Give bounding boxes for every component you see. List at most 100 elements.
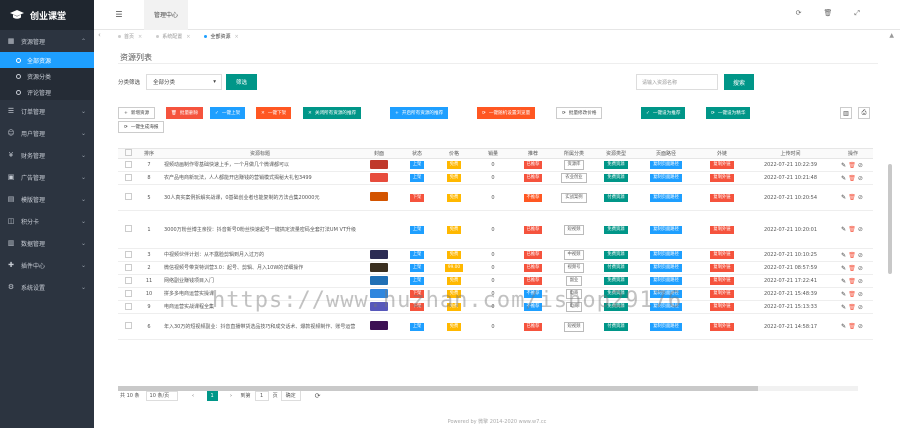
status-button[interactable]: 上架 <box>409 251 425 259</box>
sort-value[interactable]: 7 <box>138 158 160 172</box>
copy-path-button[interactable]: 复制页面路径 <box>650 251 682 259</box>
recommend-button[interactable]: 已推荐 <box>523 174 543 182</box>
page-button-current[interactable]: 1 <box>206 390 218 401</box>
copy-link-button[interactable]: 复制外链 <box>710 161 734 169</box>
sort-value[interactable]: 10 <box>138 287 160 301</box>
row-checkbox[interactable] <box>124 193 132 200</box>
copy-link-button[interactable]: 复制外链 <box>710 193 734 202</box>
toolbar-button-6[interactable]: ⟳ 一键随机设置浏览量 <box>477 107 536 119</box>
columns-filter-icon[interactable]: ▥ <box>840 107 852 119</box>
close-icon[interactable]: × <box>234 34 238 40</box>
copy-link-button[interactable]: 复制外链 <box>710 174 734 182</box>
toolbar-button-0[interactable]: + 新增资源 <box>118 107 156 119</box>
select-all-checkbox[interactable] <box>124 149 132 156</box>
tabs-scroll-right-icon[interactable]: ▲ <box>889 32 894 39</box>
cover-thumbnail[interactable] <box>370 275 388 285</box>
copy-icon[interactable]: ⊘ <box>858 323 865 330</box>
copy-link-button[interactable]: 复制外链 <box>710 225 734 234</box>
copy-link-button[interactable]: 复制外链 <box>710 264 734 272</box>
cover-thumbnail[interactable] <box>370 321 388 330</box>
sidebar-group-8[interactable]: ✚ 插件中心 ⌄ <box>0 254 94 276</box>
copy-link-button[interactable]: 复制外链 <box>710 303 734 311</box>
toolbar-button-10[interactable]: ⟳ 一键生成海报 <box>118 121 165 133</box>
cover-thumbnail[interactable] <box>370 249 388 259</box>
delete-icon[interactable]: 🗑 <box>848 265 858 272</box>
copy-path-button[interactable]: 复制页面路径 <box>650 193 682 202</box>
goto-page-input[interactable]: 1 <box>254 390 269 401</box>
copy-link-button[interactable]: 复制外链 <box>710 277 734 285</box>
toolbar-button-7[interactable]: ⟳ 批量修改价格 <box>556 107 603 119</box>
copy-icon[interactable]: ⊘ <box>858 291 865 298</box>
cover-thumbnail[interactable] <box>370 159 388 169</box>
delete-icon[interactable]: 🗑 <box>848 252 858 259</box>
search-button[interactable]: 搜索 <box>724 74 755 90</box>
toolbar-button-1[interactable]: 🗑 批量删除 <box>166 107 204 119</box>
copy-link-button[interactable]: 复制外链 <box>710 290 734 298</box>
copy-link-button[interactable]: 复制外链 <box>710 251 734 259</box>
sort-value[interactable]: 1 <box>138 210 160 249</box>
close-icon[interactable]: × <box>186 34 190 40</box>
copy-path-button[interactable]: 复制页面路径 <box>650 277 682 285</box>
recommend-button[interactable]: 已推荐 <box>523 277 543 285</box>
search-input[interactable]: 请输入资源名称 <box>636 74 718 90</box>
toolbar-button-3[interactable]: ✕ 一键下架 <box>256 107 292 119</box>
status-button[interactable]: 上架 <box>409 174 425 182</box>
recommend-button[interactable]: 已推荐 <box>523 161 543 169</box>
sidebar-group-6[interactable]: ◫ 积分卡 ⌄ <box>0 210 94 232</box>
copy-icon[interactable]: ⊘ <box>858 278 865 285</box>
row-checkbox[interactable] <box>124 276 132 284</box>
status-button[interactable]: 上架 <box>409 277 425 285</box>
copy-icon[interactable]: ⊘ <box>858 304 865 311</box>
row-checkbox[interactable] <box>124 322 132 329</box>
refresh-table-icon[interactable]: ⟳ <box>315 392 321 400</box>
sidebar-group-3[interactable]: ¥ 财务管理 ⌄ <box>0 144 94 166</box>
delete-icon[interactable]: 🗑 <box>848 323 858 330</box>
sidebar-group-1[interactable]: ☰ 订单管理 ⌄ <box>0 100 94 122</box>
delete-icon[interactable]: 🗑 <box>848 291 858 298</box>
delete-icon[interactable]: 🗑 <box>848 226 858 233</box>
copy-path-button[interactable]: 复制页面路径 <box>650 174 682 182</box>
toolbar-button-8[interactable]: ✓ 一键设为推荐 <box>641 107 686 119</box>
copy-path-button[interactable]: 复制页面路径 <box>650 322 682 331</box>
copy-icon[interactable]: ⊘ <box>858 226 865 233</box>
next-page-icon[interactable]: › <box>226 390 237 401</box>
copy-link-button[interactable]: 复制外链 <box>710 322 734 331</box>
sidebar-item-0-1[interactable]: 资源分类 <box>0 68 94 84</box>
copy-path-button[interactable]: 复制页面路径 <box>650 264 682 272</box>
copy-icon[interactable]: ⊘ <box>858 252 865 259</box>
recommend-button[interactable]: 已推荐 <box>523 322 543 331</box>
sort-value[interactable]: 8 <box>138 171 160 185</box>
status-button[interactable]: 上架 <box>409 161 425 169</box>
cover-thumbnail[interactable] <box>370 262 388 272</box>
row-checkbox[interactable] <box>124 173 132 181</box>
delete-icon[interactable]: 🗑 <box>848 194 858 201</box>
delete-icon[interactable]: 🗑 <box>848 278 858 285</box>
refresh-icon[interactable]: ⟳ <box>796 9 802 18</box>
recommend-button[interactable]: 已推荐 <box>523 225 543 234</box>
sidebar-group-7[interactable]: ▥ 数据管理 ⌄ <box>0 232 94 254</box>
delete-icon[interactable]: 🗑 <box>848 304 858 311</box>
sidebar-group-5[interactable]: ▤ 模版管理 ⌄ <box>0 188 94 210</box>
status-button[interactable]: 上架 <box>409 322 425 331</box>
sort-value[interactable]: 3 <box>138 248 160 262</box>
row-checkbox[interactable] <box>124 250 132 258</box>
filter-button[interactable]: 筛选 <box>226 74 258 90</box>
category-select[interactable]: 全部分类 ▾ <box>146 74 223 90</box>
sidebar-group-9[interactable]: ⚙ 系统设置 ⌄ <box>0 276 94 298</box>
sidebar-group-0[interactable]: ▦ 资源管理 ⌃ <box>0 30 94 52</box>
goto-confirm-button[interactable]: 确定 <box>280 390 301 401</box>
tab-1[interactable]: 系统配置 × <box>156 33 190 40</box>
sidebar-group-2[interactable]: ☺ 用户管理 ⌄ <box>0 122 94 144</box>
status-button[interactable]: 上架 <box>409 264 425 272</box>
row-checkbox[interactable] <box>124 263 132 271</box>
sidebar-group-4[interactable]: ▣ 广告管理 ⌄ <box>0 166 94 188</box>
delete-icon[interactable]: 🗑 <box>848 162 858 169</box>
fullscreen-icon[interactable]: ⤢ <box>854 9 860 18</box>
copy-icon[interactable]: ⊘ <box>858 265 865 272</box>
toolbar-button-2[interactable]: ✓ 一键上架 <box>210 107 246 119</box>
toolbar-button-9[interactable]: ⟳ 一键设为精华 <box>706 107 751 119</box>
prev-page-icon[interactable]: ‹ <box>188 390 199 401</box>
cover-thumbnail[interactable] <box>370 192 388 201</box>
horizontal-scrollbar[interactable] <box>118 386 858 391</box>
delete-icon[interactable]: 🗑 <box>848 175 858 182</box>
